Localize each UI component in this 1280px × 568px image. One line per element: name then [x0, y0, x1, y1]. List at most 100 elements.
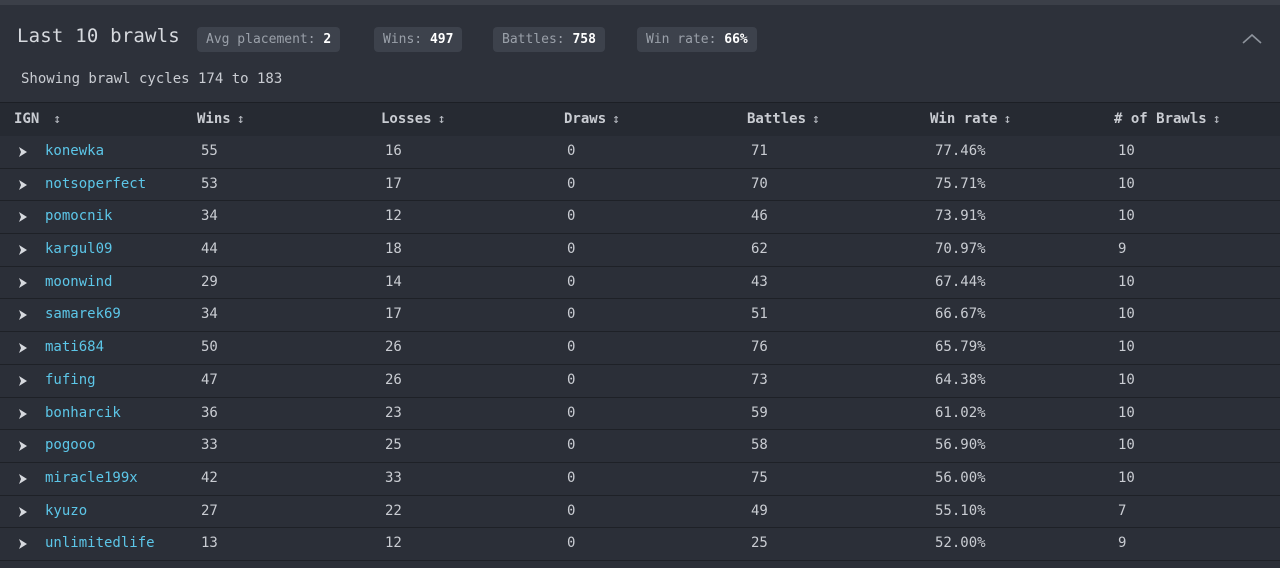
table-row[interactable]: pogooo 33 25 0 58 56.90% 10 — [0, 430, 1280, 463]
player-ign-link[interactable]: moonwind — [45, 267, 112, 299]
player-ign-link[interactable]: samarek69 — [45, 299, 121, 331]
player-ign-link[interactable]: fufing — [45, 365, 96, 397]
table-row[interactable]: kargul09 44 18 0 62 70.97% 9 — [0, 234, 1280, 267]
losses-cell: 12 — [385, 535, 402, 552]
battles-cell: 62 — [751, 241, 768, 258]
player-ign-link[interactable]: unlimitedlife — [45, 528, 155, 560]
player-ign-link[interactable]: notsoperfect — [45, 169, 146, 201]
column-header-brawls[interactable]: # of Brawls ↕ — [1114, 103, 1221, 136]
player-ign-link[interactable]: kyuzo — [45, 496, 87, 528]
table-row[interactable]: pomocnik 34 12 0 46 73.91% 10 — [0, 201, 1280, 235]
table-row[interactable]: moonwind 29 14 0 43 67.44% 10 — [0, 266, 1280, 300]
brawls-cell: 10 — [1118, 175, 1135, 192]
losses-cell: 17 — [385, 175, 402, 192]
sort-icon: ↕ — [1212, 112, 1221, 127]
column-header-ign[interactable]: IGN ↕ — [14, 103, 61, 136]
win-rate-cell: 56.90% — [935, 437, 986, 454]
chevron-right-icon[interactable] — [16, 407, 30, 421]
column-label: Wins — [197, 111, 231, 127]
battles-cell: 43 — [751, 273, 768, 290]
table-row[interactable]: miracle199x 42 33 0 75 56.00% 10 — [0, 462, 1280, 496]
chevron-right-icon[interactable] — [16, 276, 30, 290]
brawls-cell: 10 — [1118, 437, 1135, 454]
sort-icon: ↕ — [53, 112, 62, 127]
draws-cell: 0 — [567, 469, 576, 486]
badge-value: 2 — [323, 32, 332, 47]
column-label: # of Brawls — [1114, 111, 1207, 127]
collapse-button[interactable] — [1240, 29, 1264, 49]
table-row[interactable]: samarek69 34 17 0 51 66.67% 10 — [0, 299, 1280, 333]
draws-cell: 0 — [567, 241, 576, 258]
wins-cell: 34 — [201, 208, 218, 225]
brawls-cell: 10 — [1118, 404, 1135, 421]
table-row[interactable]: kyuzo 27 22 0 49 55.10% 7 — [0, 495, 1280, 529]
brawls-cell: 10 — [1118, 371, 1135, 388]
chevron-right-icon[interactable] — [16, 505, 30, 519]
wins-cell: 42 — [201, 469, 218, 486]
win-rate-cell: 65.79% — [935, 339, 986, 356]
battles-cell: 76 — [751, 339, 768, 356]
sort-icon: ↕ — [1003, 112, 1012, 127]
losses-cell: 23 — [385, 404, 402, 421]
chevron-right-icon[interactable] — [16, 178, 30, 192]
table-row[interactable]: unlimitedlife 13 12 0 25 52.00% 9 — [0, 528, 1280, 561]
wins-badge: Wins: 497 — [374, 27, 463, 52]
wins-cell: 47 — [201, 371, 218, 388]
chevron-right-icon[interactable] — [16, 145, 30, 159]
win-rate-cell: 70.97% — [935, 241, 986, 258]
panel-title: Last 10 brawls — [17, 25, 180, 47]
player-ign-link[interactable]: bonharcik — [45, 398, 121, 430]
player-ign-link[interactable]: mati684 — [45, 332, 104, 364]
chevron-right-icon[interactable] — [16, 374, 30, 388]
column-header-battles[interactable]: Battles ↕ — [747, 103, 820, 136]
table-row[interactable]: fufing 47 26 0 73 64.38% 10 — [0, 364, 1280, 398]
wins-cell: 33 — [201, 437, 218, 454]
column-label: Draws — [564, 111, 607, 127]
column-header-wins[interactable]: Wins ↕ — [197, 103, 245, 136]
chevron-right-icon[interactable] — [16, 472, 30, 486]
badge-value: 758 — [572, 32, 596, 47]
table-row[interactable]: mati684 50 26 0 76 65.79% 10 — [0, 332, 1280, 365]
column-header-win-rate[interactable]: Win rate ↕ — [930, 103, 1011, 136]
chevron-right-icon[interactable] — [16, 243, 30, 257]
panel-header: Last 10 brawls Avg placement: 2 Wins: 49… — [0, 5, 1280, 102]
chevron-right-icon[interactable] — [16, 308, 30, 322]
wins-cell: 55 — [201, 143, 218, 159]
column-header-losses[interactable]: Losses ↕ — [381, 103, 445, 136]
column-label: Losses — [381, 111, 432, 127]
wins-cell: 13 — [201, 535, 218, 552]
player-ign-link[interactable]: kargul09 — [45, 234, 112, 266]
chevron-up-icon — [1242, 33, 1262, 44]
battles-cell: 70 — [751, 175, 768, 192]
sort-icon: ↕ — [437, 112, 446, 127]
draws-cell: 0 — [567, 208, 576, 225]
brawls-cell: 10 — [1118, 143, 1135, 159]
player-ign-link[interactable]: miracle199x — [45, 463, 138, 495]
player-ign-link[interactable]: pogooo — [45, 430, 96, 462]
badge-value: 497 — [429, 32, 454, 47]
win-rate-cell: 75.71% — [935, 175, 986, 192]
column-label: Win rate — [930, 111, 998, 127]
losses-cell: 12 — [385, 208, 402, 225]
losses-cell: 33 — [385, 469, 402, 486]
battles-cell: 73 — [751, 371, 768, 388]
chevron-right-icon[interactable] — [16, 537, 30, 551]
table-row[interactable]: konewka 55 16 0 71 77.46% 10 — [0, 136, 1280, 169]
cycle-range-text: Showing brawl cycles 174 to 183 — [21, 71, 283, 87]
sort-icon: ↕ — [612, 112, 620, 127]
chevron-right-icon[interactable] — [16, 439, 30, 453]
player-ign-link[interactable]: pomocnik — [45, 201, 112, 233]
brawls-cell: 9 — [1118, 535, 1127, 552]
chevron-right-icon[interactable] — [16, 210, 30, 224]
losses-cell: 18 — [385, 241, 402, 258]
table-row[interactable]: notsoperfect 53 17 0 70 75.71% 10 — [0, 168, 1280, 202]
player-ign-link[interactable]: konewka — [45, 136, 104, 168]
table-row[interactable]: bonharcik 36 23 0 59 61.02% 10 — [0, 397, 1280, 431]
column-header-draws[interactable]: Draws ↕ — [564, 103, 620, 136]
brawls-cell: 7 — [1118, 502, 1127, 519]
table-body: konewka 55 16 0 71 77.46% 10 notsoperfect 53 17 0 7… — [0, 136, 1280, 561]
badge-value: 66% — [724, 32, 748, 47]
wins-cell: 34 — [201, 306, 218, 323]
chevron-right-icon[interactable] — [16, 341, 30, 355]
brawls-cell: 10 — [1118, 469, 1135, 486]
